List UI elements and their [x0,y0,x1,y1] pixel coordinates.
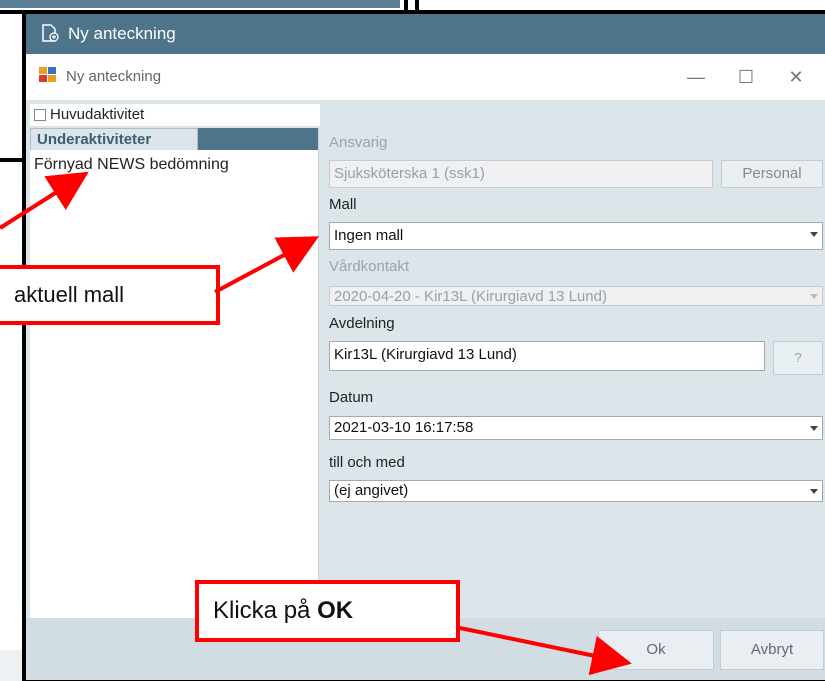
annotation-arrows [0,171,632,676]
arrow-to-ok [459,626,632,676]
arrow-to-list-item [0,171,89,230]
arrow-to-mall [214,236,320,294]
